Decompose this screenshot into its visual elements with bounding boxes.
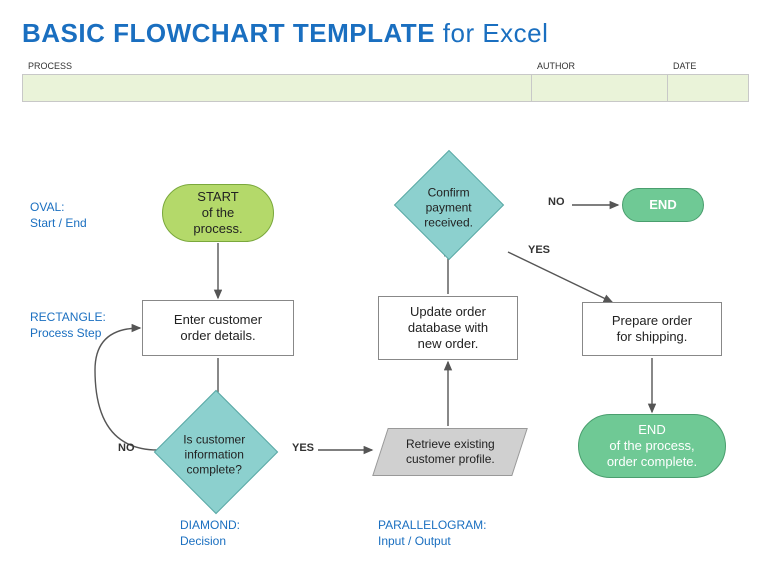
author-input[interactable] [531,74,667,102]
edge-no-loop: NO [118,442,135,454]
header-row: PROCESS AUTHOR DATE [22,61,749,74]
input-row [22,74,749,102]
page-title: BASIC FLOWCHART TEMPLATE for Excel [0,0,771,49]
node-start: START of the process. [162,184,274,242]
node-confirm-payment: Confirm payment received. [394,150,504,260]
node-info-complete: Is customer information complete? [154,390,278,514]
flowchart-canvas: OVAL:Start / End RECTANGLE:Process Step … [0,130,771,584]
title-light: for Excel [435,18,548,48]
title-bold: BASIC FLOWCHART TEMPLATE [22,18,435,48]
date-input[interactable] [667,74,749,102]
legend-diamond: DIAMOND:Decision [180,518,240,549]
header-process: PROCESS [22,61,531,74]
node-end-small: END [622,188,704,222]
legend-oval: OVAL:Start / End [30,200,87,231]
legend-rectangle: RECTANGLE:Process Step [30,310,106,341]
process-input[interactable] [22,74,531,102]
node-retrieve-profile: Retrieve existing customer profile. [372,428,528,476]
header-date: DATE [667,61,749,74]
header-author: AUTHOR [531,61,667,74]
edge-yes-retrieve: YES [292,442,314,454]
edge-no-end: NO [548,196,565,208]
legend-parallelogram: PARALLELOGRAM:Input / Output [378,518,486,549]
node-prepare-shipping: Prepare order for shipping. [582,302,722,356]
edge-yes-prepare: YES [528,244,550,256]
node-enter-order: Enter customer order details. [142,300,294,356]
node-end-big: END of the process, order complete. [578,414,726,478]
node-update-db: Update order database with new order. [378,296,518,360]
